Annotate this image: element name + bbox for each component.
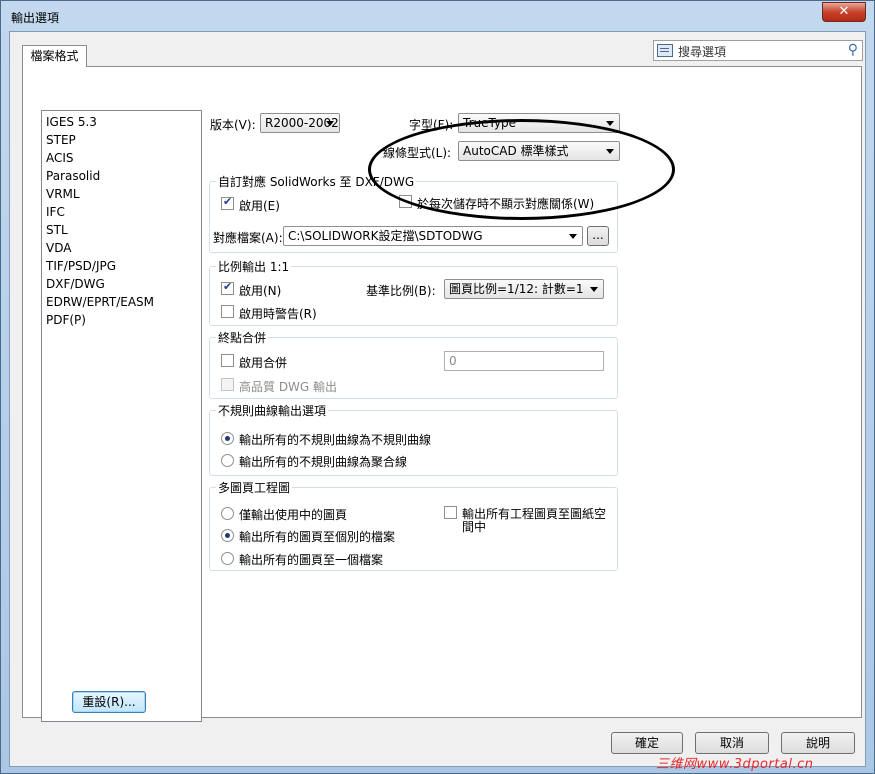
endpoint-group-title: 終點合併 bbox=[216, 329, 269, 346]
base-scale-label: 基準比例(B): bbox=[366, 284, 436, 298]
multisheet-option1-label: 僅輸出使用中的圖頁 bbox=[239, 508, 348, 522]
scale-warn-label: 啟用時警告(R) bbox=[239, 307, 317, 321]
ok-button[interactable]: 確定 bbox=[611, 732, 683, 754]
help-button[interactable]: 說明 bbox=[781, 732, 855, 754]
endpoint-merge-group: 終點合併 啟用合併 0 高品質 DWG 輸出 bbox=[209, 329, 618, 399]
paperspace-checkbox[interactable] bbox=[444, 506, 457, 519]
mapping-group-title: 自訂對應 SolidWorks 至 DXF/DWG bbox=[216, 173, 417, 190]
mapping-group: 自訂對應 SolidWorks 至 DXF/DWG 啟用(E) 於每次儲存時不顯… bbox=[209, 173, 618, 253]
reset-button[interactable]: 重設(R)... bbox=[72, 691, 146, 713]
linestyle-value: AutoCAD 標準樣式 bbox=[463, 144, 569, 158]
spline-option2-radio[interactable] bbox=[221, 454, 234, 467]
file-type-item[interactable]: VRML bbox=[46, 185, 197, 203]
tab-page-file-format: IGES 5.3 STEP ACIS Parasolid VRML IFC STL VDA TI… bbox=[22, 66, 862, 722]
watermark: 三维网www.3dportal.cn bbox=[656, 757, 814, 772]
chevron-down-icon bbox=[590, 287, 598, 292]
multisheet-group-title: 多圖頁工程圖 bbox=[216, 479, 293, 496]
spline-group-title: 不規則曲線輸出選項 bbox=[216, 402, 329, 419]
scale-enable-label: 啟用(N) bbox=[239, 284, 282, 298]
mapping-file-label: 對應檔案(A): bbox=[213, 231, 283, 245]
search-placeholder: 搜尋選項 bbox=[678, 45, 727, 59]
export-options-window: 輸出選項 ✕ 搜尋選項 ⚲ 檔案格式 IGES 5.3 STEP ACIS Paras… bbox=[0, 0, 875, 774]
spline-option1-radio[interactable] bbox=[221, 432, 234, 445]
file-type-item[interactable]: STL bbox=[46, 221, 197, 239]
browse-button[interactable]: ... bbox=[587, 226, 609, 246]
multisheet-group: 多圖頁工程圖 僅輸出使用中的圖頁 輸出所有的圖頁至個別的檔案 輸出所有的圖頁至一… bbox=[209, 479, 618, 571]
mapping-file-select[interactable]: C:\SOLIDWORK設定擋\SDTODWG bbox=[283, 226, 583, 246]
file-type-item[interactable]: TIF/PSD/JPG bbox=[46, 257, 197, 275]
hq-dwg-checkbox[interactable] bbox=[221, 378, 234, 391]
version-select[interactable]: R2000-2002 bbox=[260, 113, 340, 133]
title-bar[interactable]: 輸出選項 ✕ bbox=[1, 1, 874, 31]
scale-group: 比例輸出 1:1 啟用(N) 基準比例(B): 圖頁比例=1/12: 計數=1 … bbox=[209, 258, 618, 326]
multisheet-option3-label: 輸出所有的圖頁至一個檔案 bbox=[239, 553, 384, 567]
file-type-item[interactable]: Parasolid bbox=[46, 167, 197, 185]
multisheet-option3-radio[interactable] bbox=[221, 552, 234, 565]
file-type-item[interactable]: EDRW/EPRT/EASM bbox=[46, 293, 197, 311]
tab-file-format[interactable]: 檔案格式 bbox=[22, 45, 87, 67]
file-type-list[interactable]: IGES 5.3 STEP ACIS Parasolid VRML IFC STL VDA TI… bbox=[41, 110, 202, 722]
file-type-item[interactable]: IFC bbox=[46, 203, 197, 221]
font-value: TrueType bbox=[463, 116, 517, 130]
font-label: 字型(F): bbox=[409, 118, 454, 132]
window-title: 輸出選項 bbox=[11, 11, 60, 25]
chevron-down-icon bbox=[606, 149, 614, 154]
file-type-item[interactable]: IGES 5.3 bbox=[46, 113, 197, 131]
no-show-mapping-label: 於每次儲存時不顯示對應關係(W) bbox=[417, 197, 595, 211]
dialog-client: 搜尋選項 ⚲ 檔案格式 IGES 5.3 STEP ACIS Parasolid VRM… bbox=[9, 31, 866, 767]
font-select[interactable]: TrueType bbox=[458, 113, 620, 133]
mapping-enable-checkbox[interactable] bbox=[221, 195, 234, 210]
linestyle-select[interactable]: AutoCAD 標準樣式 bbox=[458, 141, 620, 161]
linestyle-label: 線條型式(L): bbox=[383, 146, 452, 160]
scale-enable-checkbox[interactable] bbox=[221, 280, 234, 295]
options-list-icon bbox=[657, 44, 673, 57]
version-label: 版本(V): bbox=[210, 118, 256, 132]
search-icon[interactable]: ⚲ bbox=[848, 42, 858, 58]
file-type-item[interactable]: ACIS bbox=[46, 149, 197, 167]
base-scale-select[interactable]: 圖頁比例=1/12: 計數=1 bbox=[444, 279, 604, 299]
hq-dwg-label: 高品質 DWG 輸出 bbox=[239, 380, 338, 394]
scale-group-title: 比例輸出 1:1 bbox=[216, 258, 292, 275]
spline-option2-label: 輸出所有的不規則曲線為聚合線 bbox=[239, 455, 408, 469]
merge-enable-checkbox[interactable] bbox=[221, 354, 234, 367]
spline-group: 不規則曲線輸出選項 輸出所有的不規則曲線為不規則曲線 輸出所有的不規則曲線為聚合… bbox=[209, 402, 618, 476]
paperspace-label-line2: 間中 bbox=[462, 520, 487, 534]
no-show-mapping-checkbox[interactable] bbox=[399, 195, 412, 208]
spline-option1-label: 輸出所有的不規則曲線為不規則曲線 bbox=[239, 433, 432, 447]
chevron-down-icon bbox=[606, 121, 614, 126]
multisheet-option1-radio[interactable] bbox=[221, 507, 234, 520]
file-type-item[interactable]: DXF/DWG bbox=[46, 275, 197, 293]
close-button[interactable]: ✕ bbox=[822, 2, 866, 22]
mapping-file-value: C:\SOLIDWORK設定擋\SDTODWG bbox=[288, 229, 483, 243]
scale-warn-checkbox[interactable] bbox=[221, 305, 234, 318]
search-options-box[interactable]: 搜尋選項 ⚲ bbox=[653, 40, 863, 61]
multisheet-option2-label: 輸出所有的圖頁至個別的檔案 bbox=[239, 530, 396, 544]
file-type-item[interactable]: VDA bbox=[46, 239, 197, 257]
cancel-button[interactable]: 取消 bbox=[695, 732, 769, 754]
chevron-down-icon bbox=[326, 121, 334, 126]
mapping-enable-label: 啟用(E) bbox=[239, 199, 280, 213]
multisheet-option2-radio[interactable] bbox=[221, 529, 234, 542]
merge-tolerance-input[interactable]: 0 bbox=[444, 351, 604, 371]
file-type-item[interactable]: PDF(P) bbox=[46, 311, 197, 329]
file-type-item[interactable]: STEP bbox=[46, 131, 197, 149]
chevron-down-icon bbox=[569, 234, 577, 239]
base-scale-value: 圖頁比例=1/12: 計數=1 bbox=[449, 282, 584, 296]
merge-enable-label: 啟用合併 bbox=[239, 356, 288, 370]
